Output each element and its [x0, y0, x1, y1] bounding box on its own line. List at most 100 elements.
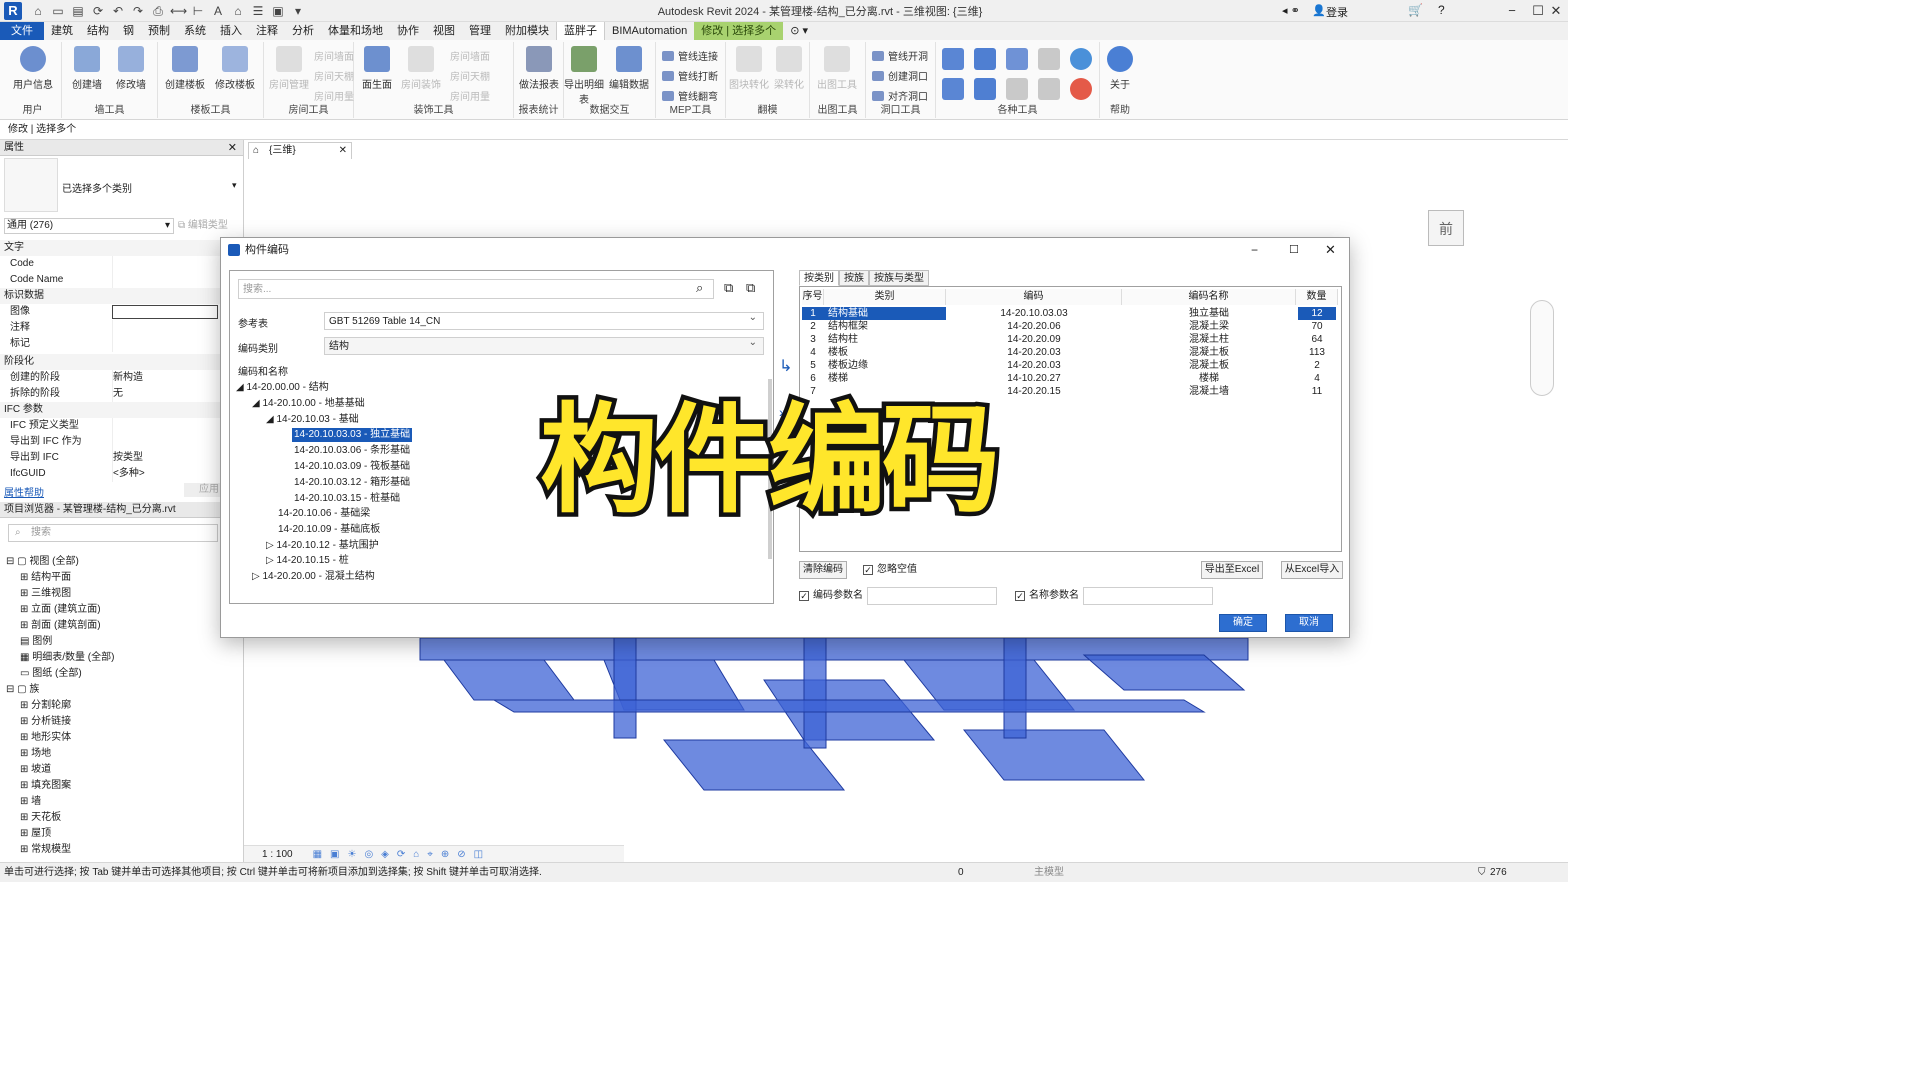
ref-table-select[interactable]: GBT 51269 Table 14_CN	[324, 309, 764, 330]
browser-item-wall[interactable]: ⊞ 墙	[20, 792, 41, 807]
table-row[interactable]: 6 楼梯 14-10.20.27 楼梯 4	[802, 372, 1338, 385]
create-floor-button[interactable]: 创建楼板	[162, 46, 208, 91]
redo-icon[interactable]: ↷	[130, 4, 146, 18]
tool-move-icon[interactable]	[974, 78, 996, 100]
sheet-tools-button[interactable]: 出图工具	[814, 46, 860, 91]
room-wall-button[interactable]: 房间墙面	[314, 48, 354, 63]
tab-modify-context[interactable]: 修改 | 选择多个	[694, 22, 784, 40]
prop-ifc-export[interactable]: 导出到 IFC 按类型	[0, 450, 220, 466]
minimize-icon[interactable]: −	[1500, 2, 1524, 20]
modify-wall-button[interactable]: 修改墙	[108, 46, 154, 91]
dimension-icon[interactable]: ⊢	[190, 4, 206, 18]
room-ceiling-button[interactable]: 房间天棚	[314, 68, 354, 83]
tab-insert[interactable]: 插入	[213, 22, 249, 40]
tree-node[interactable]: 14-20.10.03.15 - 桩基础	[294, 492, 400, 506]
tree-node[interactable]: ▷ 14-20.20.00 - 混凝土结构	[252, 570, 375, 584]
prop-ifc-guid[interactable]: IfcGUID <多种>	[0, 466, 220, 482]
create-wall-button[interactable]: 创建墙	[64, 46, 110, 91]
tree-node[interactable]: 14-20.10.09 - 基础底板	[278, 523, 380, 537]
login-link[interactable]: 登录	[1326, 4, 1348, 20]
chevron-down-icon[interactable]: ▾	[232, 180, 237, 191]
help-icon[interactable]: ?	[1438, 3, 1445, 17]
open-icon[interactable]: ▭	[50, 4, 66, 18]
modify-floor-button[interactable]: 修改楼板	[212, 46, 258, 91]
scale-selector[interactable]: 1 : 100	[262, 849, 293, 860]
prop-ifc-export-as[interactable]: 导出到 IFC 作为	[0, 434, 220, 450]
navigation-bar[interactable]	[1530, 300, 1554, 396]
tab-massing[interactable]: 体量和场地	[321, 22, 390, 40]
tab-systems[interactable]: 系统	[177, 22, 213, 40]
browser-item-views[interactable]: ⊟ ▢ 视图 (全部)	[6, 552, 79, 567]
browser-item-ceiling[interactable]: ⊞ 天花板	[20, 808, 61, 823]
tree-node[interactable]: ◢ 14-20.00.00 - 结构	[236, 381, 329, 395]
tool-line-icon[interactable]	[942, 78, 964, 100]
browser-item-generic[interactable]: ⊞ 常规模型	[20, 840, 71, 855]
tab-file[interactable]: 文件	[0, 22, 44, 40]
browser-item-plans[interactable]: ⊞ 结构平面	[20, 568, 71, 583]
prop-comment[interactable]: 注释	[0, 320, 220, 336]
tree-node[interactable]: 14-20.10.03.06 - 条形基础	[294, 444, 410, 458]
prop-image[interactable]: 图像	[0, 304, 220, 320]
tab-annotate[interactable]: 注释	[249, 22, 285, 40]
pipe-connect-button[interactable]: 管线连接	[662, 48, 718, 63]
tab-precast[interactable]: 预制	[141, 22, 177, 40]
thin-lines-icon[interactable]: ☰	[250, 4, 266, 18]
section-ident[interactable]: 标识数据	[0, 288, 220, 304]
tab-by-family[interactable]: 按族	[839, 270, 869, 286]
browser-item-site[interactable]: ⊞ 场地	[20, 744, 51, 759]
home-icon[interactable]: ⌂	[30, 4, 46, 18]
table-row[interactable]: 3 结构柱 14-20.20.09 混凝土柱 64	[802, 333, 1338, 346]
tab-collaborate[interactable]: 协作	[390, 22, 426, 40]
tool-mascot-icon[interactable]	[1070, 78, 1092, 100]
cart-icon[interactable]: 🛒	[1408, 3, 1423, 17]
prop-phase-demo[interactable]: 拆除的阶段无	[0, 386, 220, 402]
section-phase[interactable]: 阶段化	[0, 354, 220, 370]
prop-code-name[interactable]: Code Name	[0, 272, 220, 288]
face-gen-button[interactable]: 面生面	[354, 46, 400, 91]
print-icon[interactable]: ⎙	[150, 4, 166, 18]
edit-data-button[interactable]: 编辑数据	[606, 46, 652, 91]
user-info-button[interactable]: 用户信息	[10, 46, 56, 91]
tab-by-category[interactable]: 按类别	[799, 270, 839, 286]
tree-node[interactable]: 14-20.10.03.12 - 箱形基础	[294, 476, 410, 490]
browser-item-fill[interactable]: ⊞ 填充图案	[20, 776, 71, 791]
tab-structure[interactable]: 结构	[80, 22, 116, 40]
close-icon[interactable]: ✕	[339, 143, 347, 159]
tab-addins[interactable]: 附加模块	[498, 22, 556, 40]
tool-lock-icon[interactable]	[974, 48, 996, 70]
tab-analyze[interactable]: 分析	[285, 22, 321, 40]
browser-item-3d[interactable]: ⊞ 三维视图	[20, 584, 71, 599]
edit-type-button[interactable]: ⧉ 编辑类型	[178, 218, 228, 234]
tool-cube2-icon[interactable]	[1038, 78, 1060, 100]
search-info-icon[interactable]: ◂ ⚭	[1282, 4, 1300, 17]
report-button[interactable]: 做法报表	[516, 46, 562, 91]
browser-item-elev[interactable]: ⊞ 立面 (建筑立面)	[20, 600, 101, 615]
browser-item-ramp[interactable]: ⊞ 坡道	[20, 760, 51, 775]
tab-architecture[interactable]: 建筑	[44, 22, 80, 40]
browser-item-schedule[interactable]: ▦ 明细表/数量 (全部)	[20, 648, 114, 663]
tab-steel[interactable]: 钢	[116, 22, 141, 40]
filter-icon[interactable]: ⛉	[1478, 863, 1486, 883]
section-ifc[interactable]: IFC 参数	[0, 402, 220, 418]
view-tab-3d[interactable]: ⌂ {三维} ✕	[248, 142, 352, 159]
prop-phase-created[interactable]: 创建的阶段 新构造	[0, 370, 220, 386]
tool-shape-icon[interactable]	[1006, 78, 1028, 100]
text-icon[interactable]: A	[210, 4, 226, 18]
export-schedule-button[interactable]: 导出明细表	[564, 46, 604, 106]
room-ceiling-button-2[interactable]: 房间天棚	[450, 68, 490, 83]
table-row[interactable]: 5 楼板边缘 14-20.20.03 混凝土板 2	[802, 359, 1338, 372]
tool-bulb-icon[interactable]	[1070, 48, 1092, 70]
prop-ifc-predefined[interactable]: IFC 预定义类型	[0, 418, 220, 434]
search-icon[interactable]: ⌕	[696, 280, 703, 296]
tree-node-selected[interactable]: 14-20.10.03.03 - 独立基础	[292, 428, 413, 442]
name-param-checkbox[interactable]: ✓ 名称参数名	[1015, 590, 1079, 602]
prop-mark[interactable]: 标记	[0, 336, 220, 352]
user-icon[interactable]: 👤	[1312, 4, 1326, 17]
ignore-empty-checkbox[interactable]: ✓ 忽略空值	[863, 564, 917, 576]
switch-windows-icon[interactable]: ▣	[270, 4, 286, 18]
browser-item-sheets[interactable]: ▭ 图纸 (全部)	[20, 664, 82, 679]
undo-icon[interactable]: ↶	[110, 4, 126, 18]
tab-extra-dropdown[interactable]: ⊙ ▾	[783, 22, 815, 40]
close-icon[interactable]: ✕	[1544, 2, 1568, 20]
type-name[interactable]: 已选择多个类别	[62, 180, 132, 195]
